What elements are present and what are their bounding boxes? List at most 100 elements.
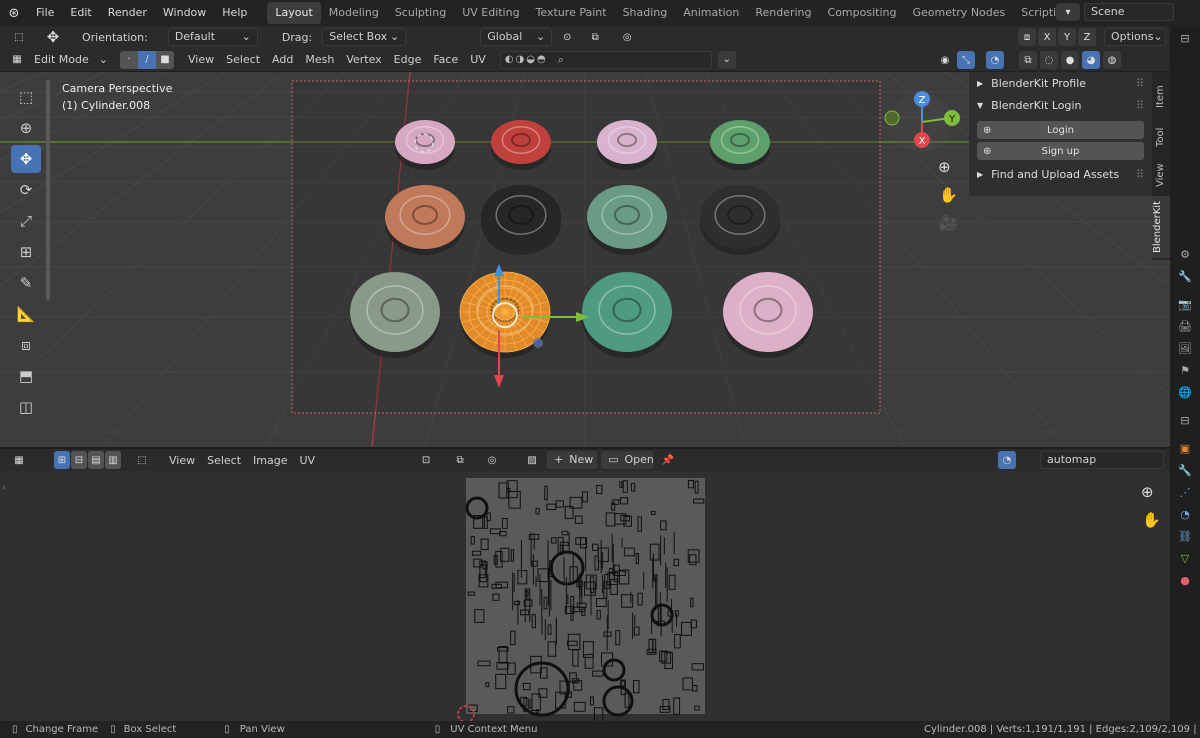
tool-properties-icon[interactable]: 🔧	[1174, 266, 1196, 286]
menu-add[interactable]: Add	[266, 53, 299, 66]
tab-geometry-nodes[interactable]: Geometry Nodes	[904, 2, 1013, 24]
uv-proportional-icon[interactable]: ◎	[483, 451, 501, 469]
disc-object[interactable]	[710, 120, 770, 170]
navigation-gizmo[interactable]: Z Y X	[884, 91, 960, 152]
view-layer-properties-icon[interactable]: 🖼	[1174, 338, 1196, 358]
transform-tool-icon[interactable]: ⊞	[11, 238, 41, 266]
scene-properties-icon[interactable]: ⚑	[1174, 360, 1196, 380]
transform-orientation-dropdown[interactable]: Global ⌄	[480, 28, 553, 46]
disc-object[interactable]	[700, 185, 780, 255]
filter-icon[interactable]: ⚙	[1174, 244, 1196, 264]
editor-type-icon[interactable]: ▦	[10, 451, 28, 469]
disc-object[interactable]	[385, 185, 465, 255]
scene-selector-icon[interactable]: ▾	[1056, 3, 1080, 21]
uv-face-select-icon[interactable]: ▤	[88, 451, 104, 469]
world-properties-icon[interactable]: 🌐	[1174, 382, 1196, 402]
new-image-button[interactable]: + New	[547, 451, 598, 469]
tab-compositing[interactable]: Compositing	[820, 2, 905, 24]
uv-expand-arrow-icon[interactable]: ›	[2, 483, 6, 493]
select-box-tool-icon[interactable]: ⬚	[11, 83, 41, 111]
xray-icon[interactable]: ⧉	[1019, 51, 1037, 69]
menu-file[interactable]: File	[28, 0, 62, 26]
edge-select-icon[interactable]: /	[138, 50, 156, 69]
data-properties-icon[interactable]: ▽	[1174, 548, 1196, 568]
editor-menu-icon[interactable]: ⊟	[1174, 28, 1196, 48]
axis-z-toggle[interactable]: Z	[1078, 28, 1096, 46]
vertex-select-icon[interactable]: ·	[120, 50, 138, 69]
sticky-select-icon[interactable]: ⬚	[133, 451, 151, 469]
disc-object[interactable]	[481, 185, 561, 255]
zoom-icon[interactable]: ⊕	[938, 158, 951, 176]
orientation-dropdown[interactable]: Default ⌄	[167, 28, 258, 46]
mirror-icon[interactable]: ⧈	[1018, 28, 1036, 46]
modifier-properties-icon[interactable]: 🔧	[1174, 460, 1196, 480]
disc-object[interactable]	[587, 185, 667, 255]
proportional-edit-icon[interactable]: ◎	[618, 28, 636, 46]
disc-object[interactable]	[395, 120, 455, 170]
menu-render[interactable]: Render	[100, 0, 155, 26]
tab-uv-editing[interactable]: UV Editing	[454, 2, 527, 24]
gizmo-plane-handle[interactable]	[533, 338, 543, 348]
tab-blenderkit[interactable]: BlenderKit	[1152, 196, 1170, 258]
transform-tool-icon[interactable]: ✥	[44, 28, 62, 46]
disc-object[interactable]	[491, 120, 551, 170]
snap-icon[interactable]: ⧉	[586, 28, 604, 46]
editor-menu-icon-2[interactable]: ⊟	[1174, 410, 1196, 430]
add-cube-tool-icon[interactable]: ⧈	[11, 331, 41, 359]
disc-object[interactable]	[723, 272, 813, 358]
material-properties-icon[interactable]: ●	[1174, 570, 1196, 590]
uv-menu-view[interactable]: View	[163, 454, 201, 467]
physics-properties-icon[interactable]: ◔	[1174, 504, 1196, 524]
uv-overlay-icon[interactable]: ◔	[998, 451, 1016, 469]
options-dropdown[interactable]: Options ⌄	[1104, 28, 1166, 46]
drag-handle-icon[interactable]: ⠿	[1136, 99, 1144, 112]
tab-tool[interactable]: Tool	[1155, 122, 1166, 152]
image-browse-icon[interactable]: ▨	[523, 451, 541, 469]
uv-pivot-icon[interactable]: ⊡	[417, 451, 435, 469]
pin-icon[interactable]: 📌	[659, 451, 677, 469]
section-find-upload-assets[interactable]: ▶ Find and Upload Assets ⠿	[969, 163, 1152, 185]
axis-x-toggle[interactable]: X	[1038, 28, 1056, 46]
menu-face[interactable]: Face	[427, 53, 464, 66]
tab-animation[interactable]: Animation	[675, 2, 747, 24]
overlay-toggle-icon[interactable]: ◔	[986, 51, 1004, 69]
section-blenderkit-login[interactable]: ▼ BlenderKit Login ⠿	[969, 94, 1152, 116]
menu-vertex[interactable]: Vertex	[340, 53, 387, 66]
cursor-tool-icon[interactable]: ⊕	[11, 114, 41, 142]
viewport-search-field[interactable]: ◐◑◒◓ ⌕	[499, 50, 712, 69]
uv-canvas-svg[interactable]	[0, 471, 1170, 721]
material-shading-icon[interactable]: ◕	[1082, 51, 1100, 69]
uv-hand-pan-icon[interactable]: ✋	[1142, 511, 1161, 529]
uv-menu-image[interactable]: Image	[247, 454, 293, 467]
move-tool-icon[interactable]: ✥	[11, 145, 41, 173]
menu-view[interactable]: View	[182, 53, 220, 66]
annotate-tool-icon[interactable]: ✎	[11, 269, 41, 297]
uv-vertex-select-icon[interactable]: ⊞	[54, 451, 70, 469]
editor-type-icon[interactable]: ▦	[8, 51, 26, 69]
tab-sculpting[interactable]: Sculpting	[387, 2, 454, 24]
rotate-tool-icon[interactable]: ⟳	[11, 176, 41, 204]
drag-dropdown[interactable]: Select Box ⌄	[322, 28, 407, 46]
uv-zoom-icon[interactable]: ⊕	[1141, 483, 1154, 501]
tab-item[interactable]: Item	[1155, 82, 1166, 112]
menu-mesh[interactable]: Mesh	[299, 53, 340, 66]
pivot-point-icon[interactable]: ⊙	[558, 28, 576, 46]
visibility-eye-icon[interactable]: ◉	[936, 51, 954, 69]
open-image-button[interactable]: ▭ Open	[601, 451, 654, 469]
object-properties-icon[interactable]: ▣	[1174, 438, 1196, 458]
render-properties-icon[interactable]: 📷	[1174, 294, 1196, 314]
tab-texture-paint[interactable]: Texture Paint	[528, 2, 615, 24]
wireframe-shading-icon[interactable]: ◌	[1040, 51, 1058, 69]
disc-object[interactable]	[350, 272, 440, 358]
face-select-icon[interactable]: ■	[156, 50, 174, 69]
tab-rendering[interactable]: Rendering	[747, 2, 819, 24]
mode-dropdown[interactable]: Edit Mode ⌄	[28, 51, 114, 69]
toolbar-scrollbar[interactable]	[46, 80, 50, 300]
menu-help[interactable]: Help	[214, 0, 255, 26]
menu-select[interactable]: Select	[220, 53, 266, 66]
blender-logo-icon[interactable]: ⊛	[0, 6, 28, 21]
scale-tool-icon[interactable]: ⤢	[11, 207, 41, 235]
hand-pan-icon[interactable]: ✋	[939, 186, 958, 204]
menu-window[interactable]: Window	[155, 0, 214, 26]
uv-menu-select[interactable]: Select	[201, 454, 247, 467]
